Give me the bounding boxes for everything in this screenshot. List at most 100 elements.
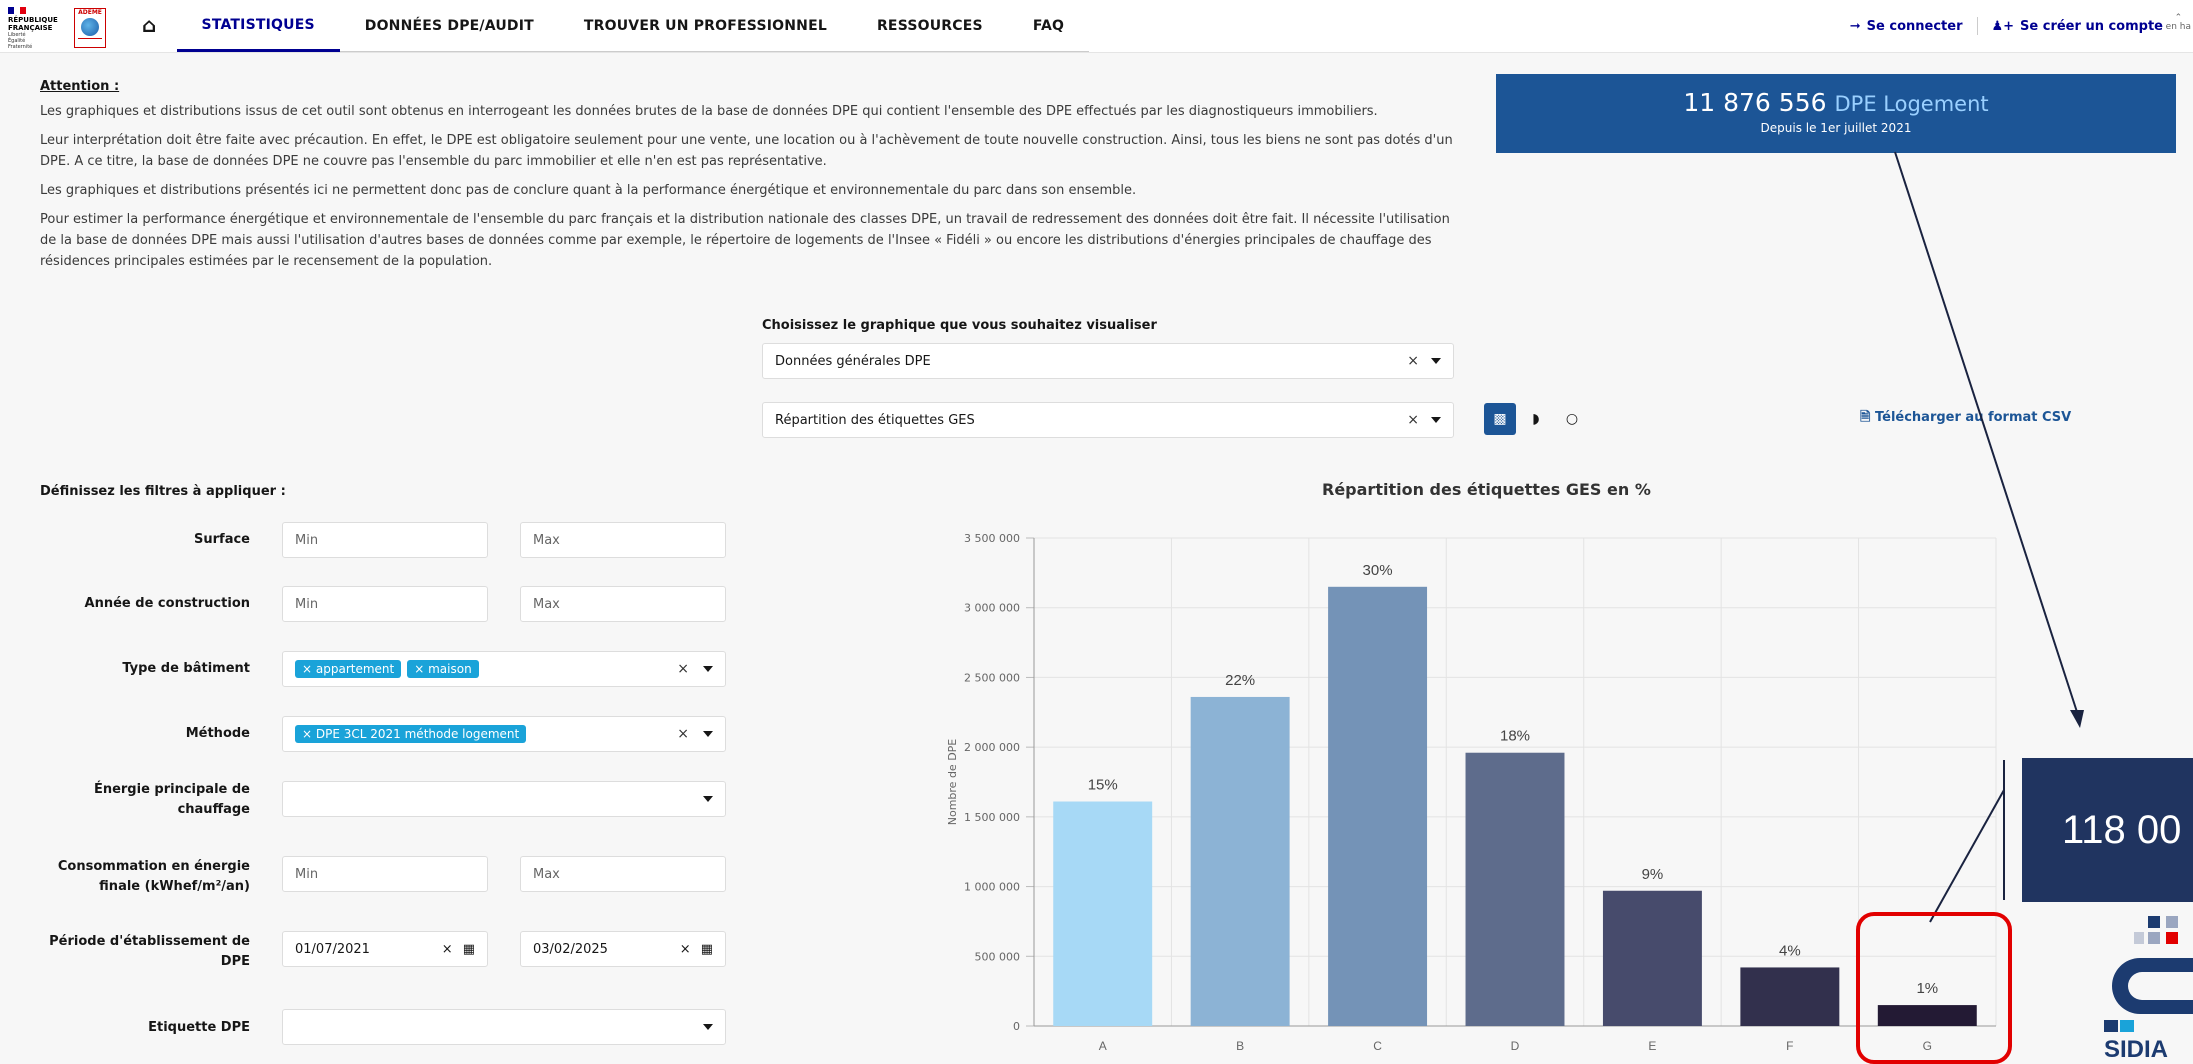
ges-bar-chart: 0 500 000 1 000 000 1 500 000 2 000 000 2 500…: [946, 532, 1997, 1053]
y-tick-label: 3 500 000: [964, 532, 1020, 545]
chip-appartement[interactable]: × appartement: [295, 660, 402, 678]
y-tick-label: 1 500 000: [964, 811, 1020, 824]
nav-statistiques[interactable]: STATISTIQUES: [176, 0, 340, 52]
filter-label-type: Type de bâtiment: [122, 661, 250, 676]
nav-trouver-un-professionnel[interactable]: TROUVER UN PROFESSIONNEL: [558, 0, 852, 52]
surface-max-input[interactable]: Max: [520, 522, 726, 558]
data-label: 18%: [1500, 728, 1530, 745]
chart-title: Répartition des étiquettes GES en %: [1322, 480, 1651, 499]
chevron-down-icon[interactable]: [703, 796, 713, 802]
x-tick-label: D: [1511, 1039, 1520, 1053]
filters-title: Définissez les filtres à appliquer :: [40, 484, 286, 499]
y-axis-label: Nombre de DPE: [946, 739, 959, 826]
sidia-logo-text: SIDIA: [2104, 1036, 2169, 1063]
filter-label-etiquette: Etiquette DPE: [148, 1020, 250, 1035]
data-label: 15%: [1088, 777, 1118, 794]
energie-select[interactable]: [282, 781, 726, 817]
sidia-logo-mark-icon: [2104, 916, 2193, 1032]
view-toggle-group: ▩ ◗ ○: [1484, 403, 1592, 435]
x-tick-label: E: [1648, 1039, 1656, 1053]
login-link[interactable]: Se connecter: [1867, 19, 1963, 34]
chart-category-select[interactable]: Données générales DPE ×: [762, 343, 1454, 379]
bar-f: [1740, 967, 1840, 1026]
bar-a: [1053, 801, 1153, 1026]
data-label: 9%: [1642, 866, 1664, 883]
data-label: 30%: [1363, 562, 1393, 579]
annee-min-input[interactable]: Min: [282, 586, 488, 622]
conso-max-input[interactable]: Max: [520, 856, 726, 892]
main-nav: ⌂ STATISTIQUES DONNÉES DPE/AUDIT TROUVER…: [122, 0, 1090, 52]
add-user-icon: ♟+: [1991, 18, 2015, 34]
nav-faq[interactable]: FAQ: [1007, 0, 1090, 52]
x-tick-label: C: [1373, 1039, 1382, 1053]
chip-maison[interactable]: × maison: [407, 660, 479, 678]
overlay-number: 118 00: [2062, 808, 2182, 852]
x-tick-label: A: [1099, 1039, 1107, 1053]
data-label: 4%: [1779, 942, 1801, 959]
y-tick-label: 1 000 000: [964, 881, 1020, 894]
clear-icon[interactable]: ×: [680, 942, 691, 957]
x-tick-label: B: [1236, 1039, 1244, 1053]
clear-icon[interactable]: ×: [1407, 412, 1419, 428]
filter-label-methode: Méthode: [185, 726, 250, 741]
chevron-down-icon[interactable]: [1431, 417, 1441, 423]
pie-chart-icon[interactable]: ◗: [1520, 403, 1552, 435]
type-batiment-select[interactable]: × appartement × maison ×: [282, 651, 726, 687]
clear-icon[interactable]: ×: [1407, 353, 1419, 369]
auth-links: ➞ Se connecter ♟+ Se créer un compte: [1850, 0, 2163, 52]
chevron-down-icon[interactable]: [703, 731, 713, 737]
y-tick-label: 500 000: [975, 950, 1021, 963]
bar-d: [1465, 752, 1565, 1026]
ademe-logo-label: ADEME: [78, 9, 102, 16]
y-tick-label: 3 000 000: [964, 602, 1020, 615]
ademe-logo[interactable]: ADEME: [74, 8, 106, 48]
filter-label-energie: Énergie principale de chauffage: [93, 782, 250, 817]
chevron-down-icon[interactable]: [1431, 358, 1441, 364]
bar-chart-icon[interactable]: ▩: [1484, 403, 1516, 435]
clear-icon[interactable]: ×: [442, 942, 453, 957]
dpe-count-label: DPE Logement: [1834, 92, 1989, 116]
notice-title: Attention :: [40, 79, 120, 94]
file-download-icon: 🗎: [1860, 410, 1871, 425]
calendar-icon[interactable]: ▦: [463, 942, 475, 957]
filter-label-surface: Surface: [194, 532, 250, 547]
annee-max-input[interactable]: Max: [520, 586, 726, 622]
overlay-number-box: 118 00: [2022, 758, 2193, 902]
globe-icon: [81, 18, 99, 36]
chevron-down-icon[interactable]: [703, 666, 713, 672]
conso-min-input[interactable]: Min: [282, 856, 488, 892]
chip-dpe-3cl[interactable]: × DPE 3CL 2021 méthode logement: [295, 725, 527, 743]
date-to-input[interactable]: 03/02/2025 × ▦: [520, 931, 726, 967]
tricolor-flag-icon: [8, 7, 26, 14]
clear-icon[interactable]: ×: [677, 726, 689, 742]
filter-label-periode: Période d'établissement de DPE: [49, 934, 250, 969]
date-from-input[interactable]: 01/07/2021 × ▦: [282, 931, 488, 967]
nav-ressources[interactable]: RESSOURCES: [851, 0, 1008, 52]
notice-paragraph: Les graphiques et distributions issus de…: [40, 104, 1378, 119]
filter-label-conso: Consommation en énergie finale (kWhef/m²…: [57, 859, 250, 894]
etiquette-select[interactable]: [282, 1009, 726, 1045]
donut-chart-icon[interactable]: ○: [1556, 403, 1588, 435]
chart-chooser-label: Choisissez le graphique que vous souhait…: [762, 318, 1157, 333]
dpe-count-banner: 11 876 556 DPE Logement Depuis le 1er jui…: [1496, 74, 2176, 153]
top-navigation-bar: RÉPUBLIQUE FRANÇAISE Liberté Égalité Fra…: [0, 0, 2193, 53]
signup-link[interactable]: Se créer un compte: [2020, 19, 2163, 34]
clear-icon[interactable]: ×: [677, 661, 689, 677]
rf-logo-line-2: FRANÇAISE: [8, 24, 53, 32]
y-tick-label: 2 500 000: [964, 671, 1020, 684]
scroll-top-button[interactable]: ⌃ en ha: [2166, 14, 2191, 32]
calendar-icon[interactable]: ▦: [701, 942, 713, 957]
download-csv-link[interactable]: 🗎 Télécharger au format CSV: [1860, 408, 2071, 430]
login-icon: ➞: [1849, 18, 1861, 34]
dpe-count: 11 876 556: [1683, 88, 1827, 117]
nav-donnees-dpe-audit[interactable]: DONNÉES DPE/AUDIT: [339, 0, 559, 52]
notice-paragraph: Pour estimer la performance énergétique …: [40, 212, 1450, 269]
home-icon[interactable]: ⌂: [122, 0, 177, 52]
chevron-down-icon[interactable]: [703, 1024, 713, 1030]
republique-francaise-logo[interactable]: RÉPUBLIQUE FRANÇAISE Liberté Égalité Fra…: [8, 7, 58, 50]
surface-min-input[interactable]: Min: [282, 522, 488, 558]
chart-type-select[interactable]: Répartition des étiquettes GES ×: [762, 402, 1454, 438]
rf-logo-line-1: RÉPUBLIQUE: [8, 16, 58, 24]
notice-paragraph: Leur interprétation doit être faite avec…: [40, 133, 1453, 169]
methode-select[interactable]: × DPE 3CL 2021 méthode logement ×: [282, 716, 726, 752]
